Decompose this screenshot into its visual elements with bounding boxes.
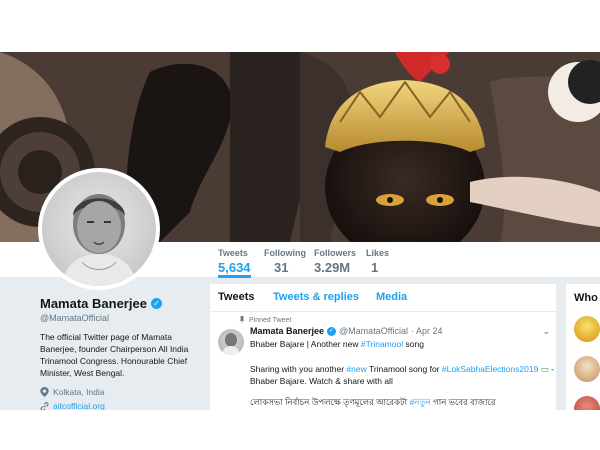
suggested-account-avatar-1[interactable] — [574, 316, 600, 342]
stat-likes-value: 1 — [371, 260, 379, 275]
profile-name-row: Mamata Banerjee ✓ — [40, 296, 210, 311]
tweet-line-2-mid: Trinamool song for — [368, 364, 440, 374]
stat-likes[interactable]: Likes 1 — [366, 248, 389, 275]
tweet-header: Mamata Banerjee ✓ @MamataOfficial · Apr … — [250, 326, 443, 336]
tweet-line-3: Bhaber Bajare. Watch & share with all — [250, 376, 393, 386]
suggested-account-avatar-2[interactable] — [574, 356, 600, 382]
profile-card: Mamata Banerjee ✓ @MamataOfficial The of… — [40, 296, 210, 411]
profile-avatar[interactable] — [38, 168, 160, 290]
tweet-author-handle[interactable]: @MamataOfficial — [339, 326, 408, 336]
profile-bio: The official Twitter page of Mamata Bane… — [40, 332, 189, 378]
stat-following[interactable]: Following 31 — [264, 248, 306, 275]
tweet-line-1-end: song — [405, 339, 424, 349]
tweet-author-name[interactable]: Mamata Banerjee — [250, 326, 324, 336]
stat-followers-label: Followers — [314, 248, 357, 258]
who-to-follow-title: Who — [574, 292, 598, 304]
hashtag-notun[interactable]: #নতুন — [410, 397, 431, 407]
emoji-flag-icon: ▭ — [540, 364, 549, 374]
stat-followers[interactable]: Followers 3.29M — [314, 248, 356, 275]
tweet-line-4-end: গান ভবের বাজারে — [433, 397, 496, 407]
tweet-line-4-start: লোকসভা নির্বাচন উপলক্ষে তৃণমূলের আরেকটা — [250, 397, 408, 407]
hashtag-new[interactable]: #new — [346, 364, 366, 374]
tweet-line-2: Sharing with you another #new Trinamool … — [250, 364, 554, 375]
tweet-date[interactable]: · Apr 24 — [411, 326, 443, 336]
timeline-panel: Tweets Tweets & replies Media Pinned Twe… — [210, 284, 556, 410]
hashtag-trinamool[interactable]: #Trinamool — [361, 339, 403, 349]
stat-tweets-label: Tweets — [218, 248, 248, 258]
tab-tweets-replies[interactable]: Tweets & replies — [273, 291, 359, 303]
pinned-text: Pinned Tweet — [249, 316, 292, 324]
stat-tweets[interactable]: Tweets 5,634 — [218, 248, 251, 278]
tweet-line-1: Bhaber Bajare | Another new #Trinamool s… — [250, 339, 424, 349]
bottom-blank-area — [0, 410, 600, 450]
stat-tweets-value: 5,634 — [218, 260, 251, 275]
top-blank-area — [0, 0, 600, 52]
tweet-line-2-start: Sharing with you another — [250, 364, 345, 374]
who-to-follow-panel: Who — [566, 284, 600, 422]
pin-icon — [239, 316, 245, 324]
profile-name[interactable]: Mamata Banerjee — [40, 296, 147, 311]
tweet-menu-chevron-icon[interactable]: ⌄ — [542, 326, 550, 337]
profile-handle[interactable]: @MamataOfficial — [40, 313, 210, 323]
stat-following-value: 31 — [274, 260, 289, 275]
stat-likes-label: Likes — [366, 248, 390, 258]
tweet-line-1-text: Bhaber Bajare | Another new — [250, 339, 359, 349]
profile-location: Kolkata, India — [40, 387, 210, 397]
stat-followers-value: 3.29M — [314, 260, 351, 275]
tab-media[interactable]: Media — [376, 291, 407, 303]
tweet-verified-icon: ✓ — [327, 326, 337, 336]
avatar-image — [42, 172, 156, 286]
location-text: Kolkata, India — [53, 387, 105, 397]
location-pin-icon — [40, 387, 49, 397]
tweet-line-4: লোকসভা নির্বাচন উপলক্ষে তৃণমূলের আরেকটা … — [250, 396, 496, 410]
tab-tweets[interactable]: Tweets — [218, 291, 254, 303]
verified-badge-icon: ✓ — [150, 298, 162, 309]
tweet-avatar[interactable] — [218, 329, 244, 355]
stat-following-label: Following — [264, 248, 306, 258]
tweet-line-2-end: - — [551, 364, 554, 374]
pinned-label: Pinned Tweet — [238, 316, 291, 324]
hashtag-loksabha[interactable]: #LokSabhaElections2019 — [442, 364, 538, 374]
timeline-tabs: Tweets Tweets & replies Media — [210, 284, 556, 312]
